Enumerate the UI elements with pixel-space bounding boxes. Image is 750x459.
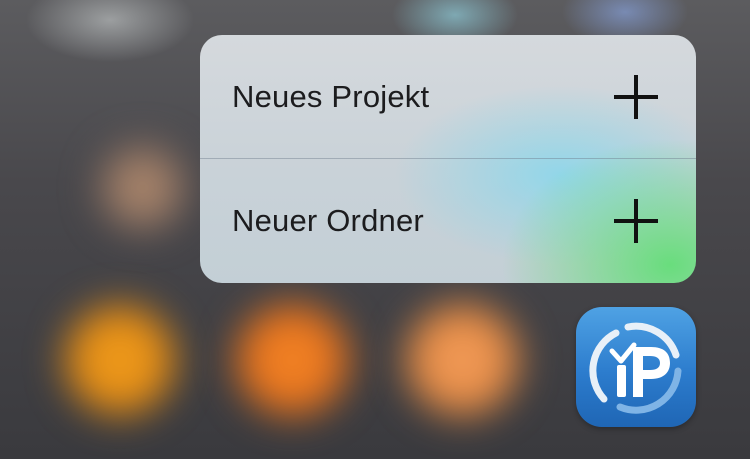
blurred-app-icon [60,300,180,420]
plus-icon [614,199,658,243]
quick-action-label: Neuer Ordner [232,203,424,238]
quick-action-label: Neues Projekt [232,79,430,114]
quick-action-new-project[interactable]: Neues Projekt [200,35,696,159]
app-logo-icon [589,322,682,414]
blurred-app-icon [230,300,355,420]
quick-actions-menu: Neues Projekt Neuer Ordner [200,35,696,283]
home-screen: Neues Projekt Neuer Ordner [0,0,750,459]
plus-icon [614,75,658,119]
blurred-app-icon [95,140,190,235]
app-icon[interactable] [576,307,696,427]
quick-action-new-folder[interactable]: Neuer Ordner [200,159,696,283]
blurred-app-icon [400,300,525,420]
